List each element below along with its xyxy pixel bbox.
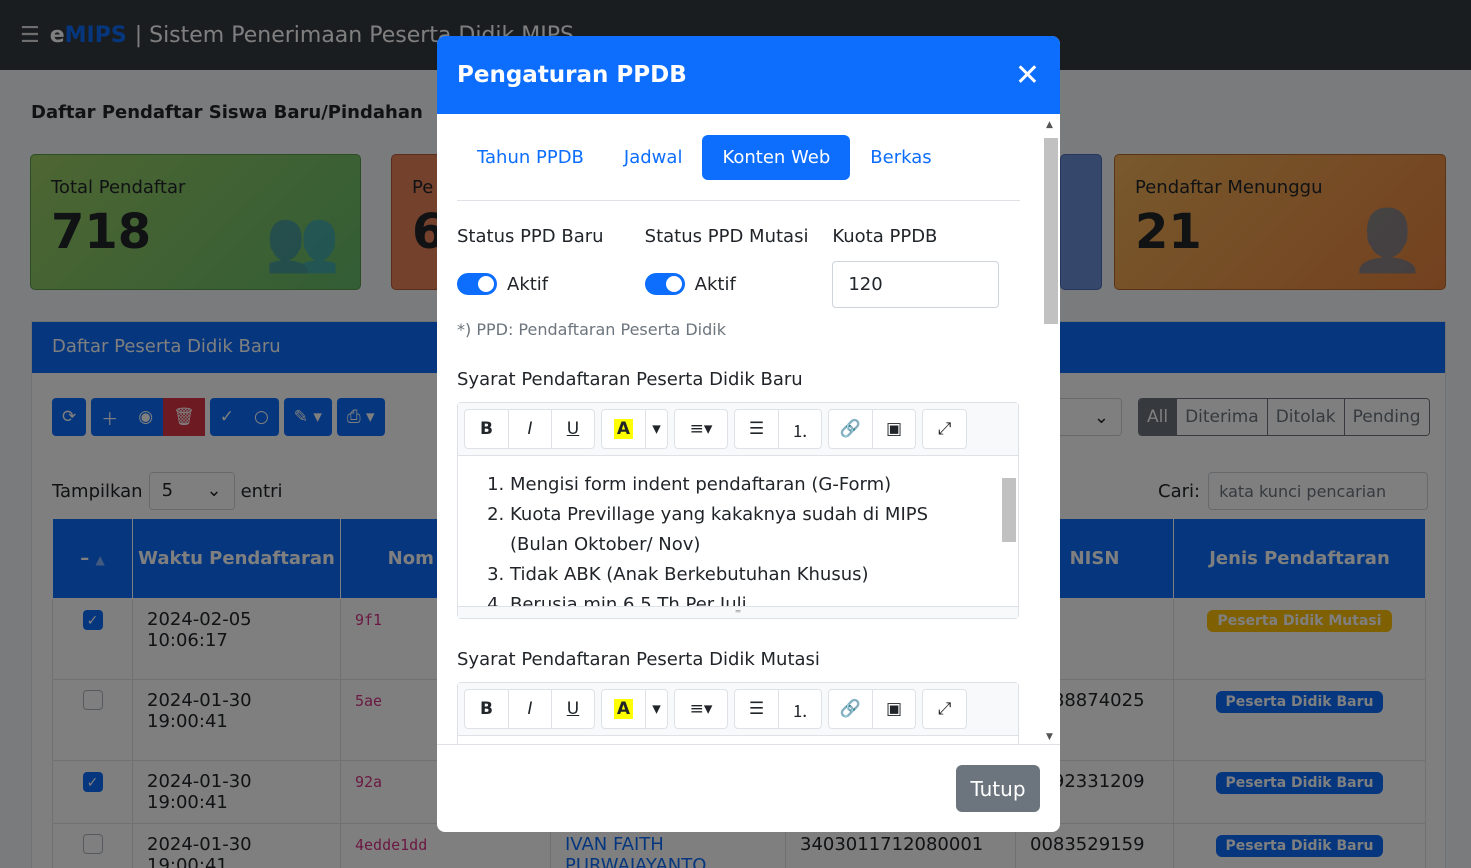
list-item: Berusia min 6,5 Th Per Juli	[510, 590, 988, 606]
bullet-list-button[interactable]: ☰	[735, 410, 778, 448]
status-mutasi-label: Status PPD Mutasi	[644, 226, 809, 247]
settings-modal: Pengaturan PPDB ✕ Tahun PPDB Jadwal Kont…	[437, 36, 1060, 832]
numbered-list-button[interactable]: ⒈	[778, 690, 821, 728]
modal-footer: Tutup	[437, 744, 1060, 832]
tab-berkas[interactable]: Berkas	[850, 135, 951, 180]
status-baru-value: Aktif	[507, 273, 549, 295]
modal-header: Pengaturan PPDB ✕	[437, 36, 1060, 114]
align-dropdown-button[interactable]: ≡▾	[675, 690, 727, 728]
syarat-mutasi-label: Syarat Pendaftaran Peserta Didik Mutasi	[457, 649, 820, 670]
resize-handle[interactable]: ═	[458, 606, 1018, 618]
bold-button[interactable]: B	[465, 690, 508, 728]
close-icon[interactable]: ✕	[1015, 58, 1040, 93]
syarat-baru-label: Syarat Pendaftaran Peserta Didik Baru	[457, 369, 803, 390]
syarat-mutasi-content[interactable]	[458, 736, 1018, 744]
scroll-up-icon[interactable]: ▲	[1046, 120, 1053, 130]
fullscreen-icon[interactable]: ⤢	[923, 410, 966, 448]
list-item: Kuota Previllage yang kakaknya sudah di …	[510, 500, 988, 560]
italic-button[interactable]: I	[508, 410, 551, 448]
kuota-label: Kuota PPDB	[832, 226, 938, 247]
kuota-input[interactable]: 120	[832, 261, 1000, 308]
italic-button[interactable]: I	[508, 690, 551, 728]
editor-scrollbar[interactable]	[1000, 460, 1016, 600]
link-icon[interactable]: 🔗	[829, 410, 872, 448]
tab-tahun-ppdb[interactable]: Tahun PPDB	[457, 135, 604, 180]
modal-scrollbar[interactable]: ▲ ▼	[1042, 118, 1058, 744]
ppd-note: *) PPD: Pendaftaran Peserta Didik	[457, 320, 726, 339]
image-icon[interactable]: ▣	[872, 410, 915, 448]
image-icon[interactable]: ▣	[872, 690, 915, 728]
highlight-dropdown-icon[interactable]: ▾	[645, 410, 667, 448]
syarat-baru-editor: B I U A ▾ ≡▾ ☰ ⒈ 🔗 ▣ ⤢ 1. Mengisi form i…	[457, 402, 1019, 619]
status-baru-label: Status PPD Baru	[457, 226, 604, 247]
status-baru-toggle[interactable]	[457, 273, 497, 295]
numbered-list-button[interactable]: ⒈	[778, 410, 821, 448]
bullet-list-button[interactable]: ☰	[735, 690, 778, 728]
syarat-mutasi-editor: B I U A ▾ ≡▾ ☰ ⒈ 🔗 ▣ ⤢	[457, 682, 1019, 744]
scroll-down-icon[interactable]: ▼	[1046, 732, 1053, 742]
status-mutasi-toggle[interactable]	[644, 273, 685, 295]
highlight-button[interactable]: A	[602, 410, 645, 448]
underline-button[interactable]: U	[551, 690, 594, 728]
modal-body: Tahun PPDB Jadwal Konten Web Berkas Stat…	[437, 114, 1040, 744]
align-dropdown-button[interactable]: ≡▾	[675, 410, 727, 448]
list-item: Mengisi form indent pendaftaran (G-Form)	[510, 470, 988, 500]
editor-toolbar: B I U A ▾ ≡▾ ☰ ⒈ 🔗 ▣ ⤢	[458, 403, 1018, 456]
tab-konten-web[interactable]: Konten Web	[702, 135, 851, 180]
list-item: Tidak ABK (Anak Berkebutuhan Khusus)	[510, 560, 988, 590]
bold-button[interactable]: B	[465, 410, 508, 448]
modal-tabs: Tahun PPDB Jadwal Konten Web Berkas	[457, 135, 1020, 201]
highlight-button[interactable]: A	[602, 690, 645, 728]
editor-toolbar: B I U A ▾ ≡▾ ☰ ⒈ 🔗 ▣ ⤢	[458, 683, 1018, 736]
highlight-dropdown-icon[interactable]: ▾	[645, 690, 667, 728]
fullscreen-icon[interactable]: ⤢	[923, 690, 966, 728]
close-button[interactable]: Tutup	[956, 765, 1040, 812]
status-row: Status PPD Baru Aktif Status PPD Mutasi …	[457, 226, 1020, 308]
status-mutasi-value: Aktif	[694, 273, 736, 295]
tab-jadwal[interactable]: Jadwal	[604, 135, 703, 180]
modal-title: Pengaturan PPDB	[457, 62, 687, 88]
link-icon[interactable]: 🔗	[829, 690, 872, 728]
underline-button[interactable]: U	[551, 410, 594, 448]
syarat-baru-content[interactable]: Mengisi form indent pendaftaran (G-Form)…	[458, 456, 1018, 606]
